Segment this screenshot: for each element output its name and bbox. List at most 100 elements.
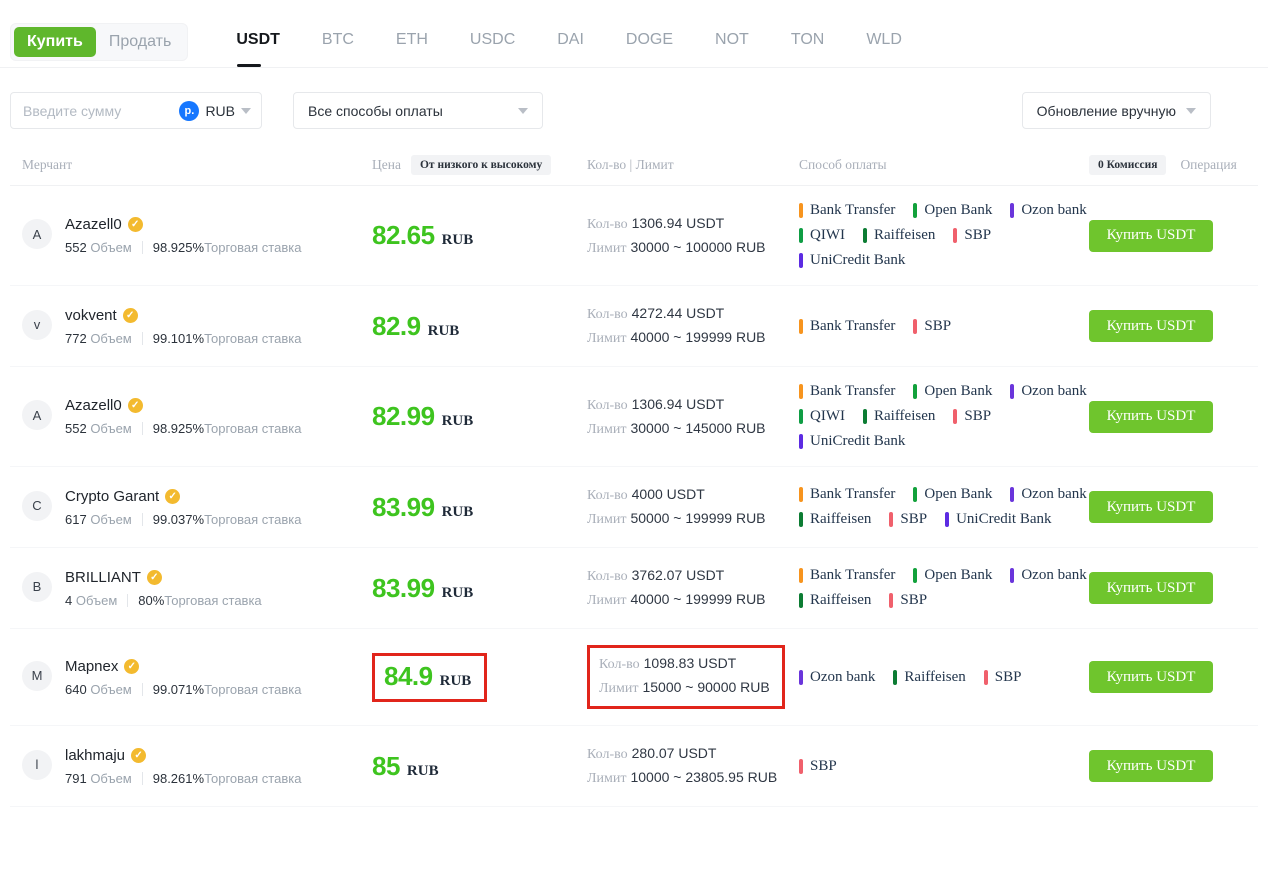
tab-eth[interactable]: ETH: [396, 31, 428, 53]
merchant-name[interactable]: lakhmaju: [65, 747, 125, 764]
merchant-name-line: lakhmaju ✓: [65, 747, 301, 764]
payment-color-bar: [913, 203, 917, 218]
tab-btc[interactable]: BTC: [322, 31, 354, 53]
tab-dai[interactable]: DAI: [557, 31, 584, 53]
payment-color-bar: [799, 670, 803, 685]
verified-icon: ✓: [128, 217, 143, 232]
buy-usdt-button[interactable]: Купить USDT: [1089, 401, 1213, 433]
sell-toggle-button[interactable]: Продать: [96, 27, 185, 57]
limit-label: Лимит: [587, 593, 626, 608]
price-currency: RUB: [440, 673, 472, 690]
payment-methods: Bank TransferOpen BankOzon bankQIWIRaiff…: [799, 383, 1089, 450]
offer-row: AAzazell0✓552 Объем98.925%Торговая ставк…: [10, 367, 1258, 467]
qty-label: Кол-во: [587, 488, 628, 503]
qty-value: 3762.07 USDT: [632, 567, 725, 583]
merchant-stats: 617 Объем99.037%Торговая ставка: [65, 512, 301, 527]
refresh-mode-select[interactable]: Обновление вручную: [1022, 92, 1211, 129]
limit-label: Лимит: [587, 512, 626, 527]
action-cell: Купить USDT: [1089, 220, 1213, 252]
payment-name: SBP: [995, 669, 1022, 686]
tab-usdc[interactable]: USDC: [470, 31, 515, 53]
merchant-name[interactable]: Crypto Garant: [65, 488, 159, 505]
payment-color-bar: [913, 319, 917, 334]
merchant-cell: BBRILLIANT✓4 Объем80%Торговая ставка: [22, 569, 372, 608]
tab-wld[interactable]: WLD: [866, 31, 902, 53]
sort-order-badge[interactable]: От низкого к высокому: [411, 155, 551, 175]
volume-label: Объем: [90, 682, 131, 697]
qty-limit-block: Кол-во4272.44 USDTЛимит40000 ~ 199999 RU…: [587, 302, 766, 350]
buy-usdt-button[interactable]: Купить USDT: [1089, 661, 1213, 693]
price-cell: 82.65RUB: [372, 220, 587, 251]
merchant-name-line: BRILLIANT✓: [65, 569, 262, 586]
commission-badge: 0 Комиссия: [1089, 155, 1166, 175]
payment-method-select[interactable]: Все способы оплаты: [293, 92, 543, 129]
avatar: M: [22, 661, 52, 691]
header-price: Цена: [372, 157, 401, 173]
rate-label: Торговая ставка: [204, 331, 301, 346]
currency-select[interactable]: р. RUB: [179, 101, 251, 121]
volume-value: 4: [65, 593, 76, 608]
buy-usdt-button[interactable]: Купить USDT: [1089, 572, 1213, 604]
filter-bar: р. RUB Все способы оплаты Обновление вру…: [10, 92, 1211, 129]
qty-limit-cell: Кол-во1306.94 USDTЛимит30000 ~ 100000 RU…: [587, 212, 799, 260]
price-value: 83.99: [372, 492, 435, 523]
price-cell: 82.9RUB: [372, 311, 587, 342]
header-operation: Операция: [1180, 157, 1236, 173]
price-currency: RUB: [442, 232, 474, 249]
buy-toggle-button[interactable]: Купить: [14, 27, 96, 57]
merchant-name[interactable]: Azazell0: [65, 216, 122, 233]
qty-limit-annotation-box: Кол-во1098.83 USDTЛимит15000 ~ 90000 RUB: [587, 645, 785, 709]
stat-divider: [142, 683, 143, 696]
tab-usdt[interactable]: USDT: [236, 31, 280, 53]
merchant-name[interactable]: Mapnex: [65, 658, 118, 675]
buy-usdt-button[interactable]: Купить USDT: [1089, 220, 1213, 252]
tab-not[interactable]: NOT: [715, 31, 749, 53]
merchant-name-line: vokvent✓: [65, 307, 301, 324]
payment-name: Ozon bank: [1021, 486, 1086, 503]
qty-line: Кол-во1306.94 USDT: [587, 212, 766, 236]
tab-doge[interactable]: DOGE: [626, 31, 673, 53]
limit-value: 30000 ~ 145000 RUB: [630, 420, 765, 436]
amount-input[interactable]: [23, 103, 179, 119]
buy-usdt-button[interactable]: Купить USDT: [1089, 491, 1213, 523]
price-currency: RUB: [407, 763, 439, 780]
payment-name: Bank Transfer: [810, 202, 895, 219]
payment-method: Open Bank: [913, 383, 992, 400]
merchant-name[interactable]: Azazell0: [65, 397, 122, 414]
qty-value: 280.07 USDT: [632, 745, 717, 761]
payment-color-bar: [799, 512, 803, 527]
stat-divider: [142, 772, 143, 785]
qty-label: Кол-во: [599, 657, 640, 672]
payment-name: Open Bank: [924, 383, 992, 400]
buy-usdt-button[interactable]: Купить USDT: [1089, 310, 1213, 342]
qty-limit-cell: Кол-во280.07 USDTЛимит10000 ~ 23805.95 R…: [587, 742, 799, 790]
merchant-name[interactable]: BRILLIANT: [65, 569, 141, 586]
limit-value: 30000 ~ 100000 RUB: [630, 239, 765, 255]
payment-method: Bank Transfer: [799, 486, 895, 503]
merchant-name[interactable]: vokvent: [65, 307, 117, 324]
buy-usdt-button[interactable]: Купить USDT: [1089, 750, 1213, 782]
payment-method: Ozon bank: [1010, 567, 1086, 584]
merchant-cell: vvokvent✓772 Объем99.101%Торговая ставка: [22, 307, 372, 346]
qty-limit-cell: Кол-во4272.44 USDTЛимит40000 ~ 199999 RU…: [587, 302, 799, 350]
limit-line: Лимит50000 ~ 199999 RUB: [587, 507, 766, 531]
payment-color-bar: [913, 384, 917, 399]
qty-line: Кол-во4272.44 USDT: [587, 302, 766, 326]
rate-value: 98.261%: [153, 771, 204, 786]
payment-method: SBP: [913, 318, 951, 335]
payment-name: SBP: [924, 318, 951, 335]
payment-name: Ozon bank: [1021, 202, 1086, 219]
payment-color-bar: [913, 487, 917, 502]
payment-name: Bank Transfer: [810, 567, 895, 584]
verified-icon: ✓: [131, 748, 146, 763]
payment-color-bar: [893, 670, 897, 685]
payment-method: Ozon bank: [1010, 486, 1086, 503]
merchant-info: BRILLIANT✓4 Объем80%Торговая ставка: [65, 569, 262, 608]
payment-method: UniCredit Bank: [945, 511, 1051, 528]
qty-value: 1306.94 USDT: [632, 396, 725, 412]
qty-label: Кол-во: [587, 307, 628, 322]
merchant-info: Crypto Garant✓617 Объем99.037%Торговая с…: [65, 488, 301, 527]
payment-method: SBP: [953, 408, 991, 425]
tab-ton[interactable]: TON: [791, 31, 824, 53]
qty-line: Кол-во1306.94 USDT: [587, 393, 766, 417]
